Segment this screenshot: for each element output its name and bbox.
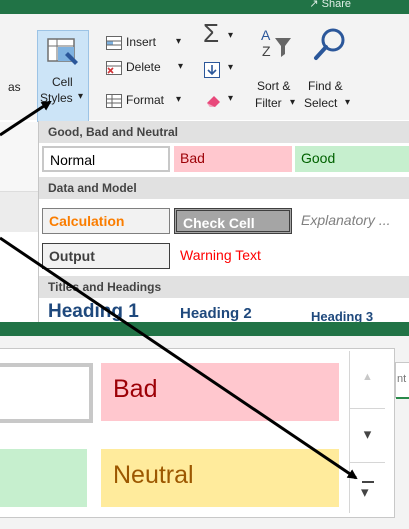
arrow-to-cell-styles	[0, 100, 52, 137]
annotation-arrows	[0, 100, 358, 480]
arrow-to-more-button	[0, 236, 358, 480]
